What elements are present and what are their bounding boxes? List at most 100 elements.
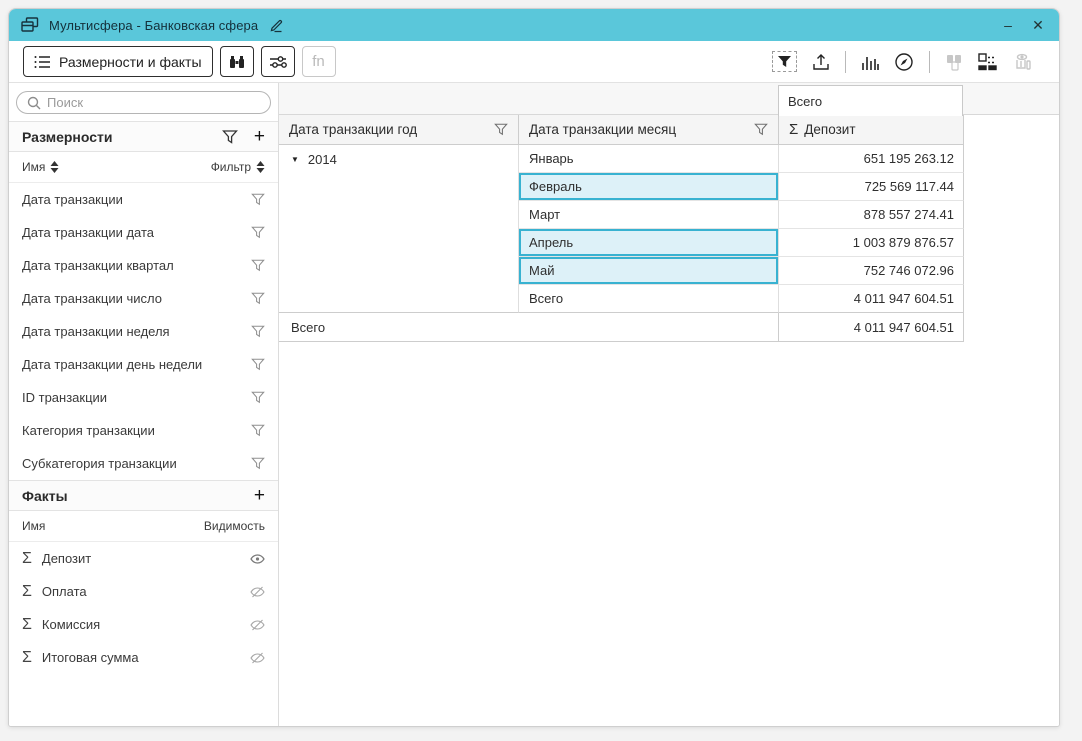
month-cell[interactable]: Всего [519,285,779,313]
window-title: Мультисфера - Банковская сфера [49,18,258,33]
month-cell-selected[interactable]: Февраль [519,173,779,201]
dimension-name: Дата транзакции квартал [22,258,251,273]
value-cell[interactable]: 725 569 117.44 [779,173,964,201]
grand-total-value-cell[interactable]: 4 011 947 604.51 [779,313,964,342]
value-cell[interactable]: 651 195 263.12 [779,145,964,173]
pivot-header-row: Дата транзакции год Дата транзакции меся… [279,115,1059,145]
minimize-button[interactable]: – [993,12,1023,38]
sliders-icon [269,54,287,70]
toolbar: Размерности и факты fn [9,41,1059,83]
dimension-filter-icon[interactable] [251,391,265,404]
dimensions-facts-button[interactable]: Размерности и факты [23,46,213,77]
dimension-filter-icon[interactable] [251,193,265,206]
app-window: Мультисфера - Банковская сфера – ✕ Разме… [8,8,1060,727]
dimension-filter-icon[interactable] [251,226,265,239]
sigma-icon: Σ [22,550,32,568]
facts-title: Факты [22,488,68,504]
value-cell[interactable]: 878 557 274.41 [779,201,964,229]
dimensions-facts-label: Размерности и факты [59,54,202,70]
dimensions-section-header: Размерности + [9,121,278,152]
copy-pages-icon [945,53,963,71]
sigma-icon: Σ [22,616,32,634]
dimension-list-item[interactable]: Дата транзакции число [9,282,278,315]
dimension-list-item[interactable]: Субкатегория транзакции [9,447,278,480]
fact-list-item[interactable]: Σ Оплата [9,575,278,608]
compass-icon[interactable] [894,52,914,72]
pivot-top-strip: Всего [279,83,1059,115]
dimension-filter-icon[interactable] [251,358,265,371]
toolbar-divider [929,51,930,73]
add-fact-button[interactable]: + [254,486,265,505]
dimensions-filter-icon[interactable] [222,130,238,144]
pivot-grand-total-row: Всего 4 011 947 604.51 [279,313,1059,342]
titlebar: Мультисфера - Банковская сфера – ✕ [9,9,1059,41]
export-icon[interactable] [812,53,830,71]
close-button[interactable]: ✕ [1023,12,1053,38]
value-cell[interactable]: 4 011 947 604.51 [779,285,964,313]
structure-tree-icon[interactable] [978,53,998,71]
collapse-triangle-icon[interactable]: ▼ [291,155,299,164]
dimension-list-item[interactable]: Дата транзакции квартал [9,249,278,282]
content-area: Размерности + Имя Фильтр [9,83,1059,726]
dimension-filter-icon[interactable] [251,424,265,437]
dimensions-column-headers: Имя Фильтр [9,152,278,183]
pivot-header-month[interactable]: Дата транзакции месяц [519,115,779,145]
search-binoculars-button[interactable] [220,46,254,77]
month-cell-selected[interactable]: Май [519,257,779,285]
sort-name-icon[interactable] [50,161,59,173]
add-dimension-button[interactable]: + [254,127,265,146]
month-cell[interactable]: Январь [519,145,779,173]
dimension-list-item[interactable]: Дата транзакции дата [9,216,278,249]
sigma-icon: Σ [22,583,32,601]
sigma-icon: Σ [22,649,32,667]
histogram-icon[interactable] [861,54,879,70]
hidden-facts-icon [1013,53,1033,71]
dimension-name: ID транзакции [22,390,251,405]
toolbar-right-group [772,51,1045,73]
dimension-list-item[interactable]: Дата транзакции [9,183,278,216]
month-filter-icon[interactable] [754,123,768,136]
year-filter-icon[interactable] [494,123,508,136]
dimension-list-item[interactable]: Категория транзакции [9,414,278,447]
facts-col-name: Имя [22,519,45,533]
dimensions-col-filter[interactable]: Фильтр [211,160,251,174]
visibility-off-icon[interactable] [250,619,265,631]
edit-title-icon[interactable] [268,18,284,33]
pivot-top-total-cell[interactable]: Всего [778,85,963,116]
month-cell[interactable]: Март [519,201,779,229]
fact-list-item[interactable]: ΣДепозит [9,542,278,575]
pivot-body: ▼ 2014 Январь651 195 263.12Февраль725 56… [279,145,1059,313]
search-box [16,91,271,114]
dimension-name: Субкатегория транзакции [22,456,251,471]
dimension-filter-icon[interactable] [251,259,265,272]
fact-list-item[interactable]: ΣКомиссия [9,608,278,641]
app-logo-icon [21,17,39,33]
dimensions-list: Дата транзакцииДата транзакции дата Дата … [9,183,278,480]
dimension-filter-icon[interactable] [251,457,265,470]
value-cell[interactable]: 1 003 879 876.57 [779,229,964,257]
dimensions-col-name[interactable]: Имя [22,160,45,174]
facts-section-header: Факты + [9,480,278,511]
applied-filter-icon[interactable] [772,51,797,72]
settings-sliders-button[interactable] [261,46,295,77]
month-cell-selected[interactable]: Апрель [519,229,779,257]
dimension-list-item[interactable]: Дата транзакции неделя [9,315,278,348]
dimension-list-item[interactable]: Дата транзакции день недели [9,348,278,381]
value-cell[interactable]: 752 746 072.96 [779,257,964,285]
dimension-filter-icon[interactable] [251,292,265,305]
visibility-on-icon[interactable] [250,554,265,564]
dimension-filter-icon[interactable] [251,325,265,338]
fact-name: Оплата [42,584,240,599]
sort-filter-icon[interactable] [256,161,265,173]
grand-total-label-cell[interactable]: Всего [279,313,779,342]
visibility-off-icon[interactable] [250,652,265,664]
pivot-year-cell[interactable]: ▼ 2014 [279,145,519,313]
dimension-name: Дата транзакции число [22,291,251,306]
fact-list-item[interactable]: ΣИтоговая сумма [9,641,278,674]
dimension-list-item[interactable]: ID транзакции [9,381,278,414]
pivot-header-year[interactable]: Дата транзакции год [279,115,519,145]
search-input[interactable] [47,95,260,110]
sidebar: Размерности + Имя Фильтр [9,83,279,726]
visibility-off-icon[interactable] [250,586,265,598]
pivot-header-fact[interactable]: Σ Депозит [779,115,964,145]
